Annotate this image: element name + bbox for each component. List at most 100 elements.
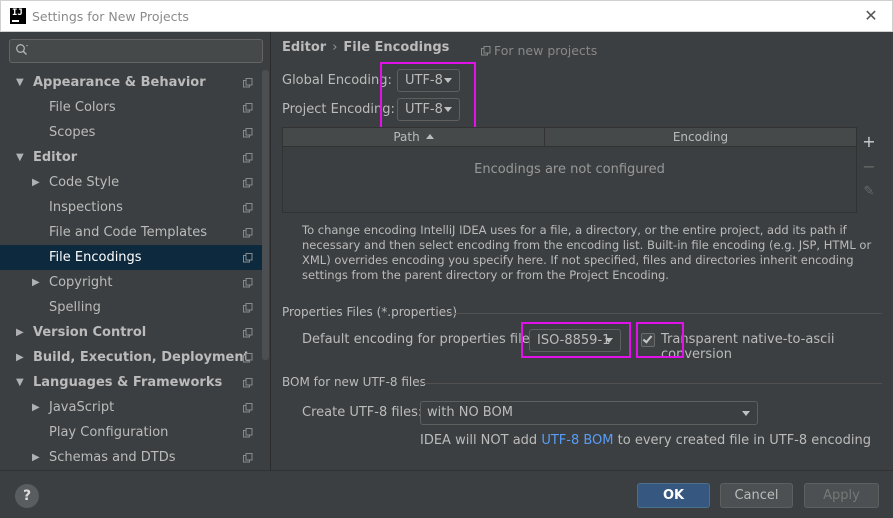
search-icon (16, 44, 28, 56)
sidebar-item-spelling[interactable]: Spelling (0, 295, 262, 320)
expanded-arrow-icon[interactable]: ▼ (16, 145, 26, 170)
default-properties-encoding-label: Default encoding for properties files: (302, 332, 541, 347)
apply-button[interactable]: Apply (804, 483, 879, 508)
sidebar-item-version-control[interactable]: ▶ Version Control (0, 320, 262, 345)
path-encoding-table[interactable]: Path Encoding Encodings are not configur… (282, 127, 857, 213)
sidebar-item-scopes[interactable]: Scopes (0, 120, 262, 145)
collapsed-arrow-icon[interactable]: ▶ (16, 345, 26, 370)
project-scope-icon (243, 303, 253, 313)
project-encoding-label: Project Encoding: (282, 102, 395, 117)
sidebar-item-copyright[interactable]: ▶ Copyright (0, 270, 262, 295)
properties-section-title: Properties Files (*.properties) (282, 305, 458, 319)
bom-dropdown[interactable]: with NO BOM (420, 401, 758, 425)
column-header-encoding[interactable]: Encoding (545, 128, 856, 147)
sidebar-item-label: Appearance & Behavior (33, 75, 206, 90)
collapsed-arrow-icon[interactable]: ▶ (32, 170, 42, 195)
sidebar-item-inspections[interactable]: Inspections (0, 195, 262, 220)
column-header-path[interactable]: Path (283, 128, 545, 147)
sidebar-item-label: Code Style (49, 175, 120, 190)
project-scope-icon (243, 253, 253, 263)
sidebar-item-appearance-behavior[interactable]: ▼ Appearance & Behavior (0, 70, 262, 95)
expanded-arrow-icon[interactable]: ▼ (16, 370, 26, 395)
collapsed-arrow-icon[interactable]: ▶ (32, 395, 42, 420)
breadcrumb: Editor › File Encodings (282, 40, 449, 55)
project-scope-icon (243, 178, 253, 188)
add-icon[interactable]: + (860, 133, 878, 151)
collapsed-arrow-icon[interactable]: ▶ (32, 445, 42, 470)
project-scope-icon (243, 428, 253, 438)
sidebar-item-label: JavaScript (49, 400, 115, 415)
sidebar-item-file-colors[interactable]: File Colors (0, 95, 262, 120)
project-scope-icon (243, 103, 253, 113)
utf8-bom-link[interactable]: UTF-8 BOM (541, 433, 613, 448)
ok-button[interactable]: OK (637, 483, 710, 508)
sidebar-item-file-encodings[interactable]: File Encodings (0, 245, 262, 270)
transparent-conversion-label[interactable]: Transparent native-to-ascii conversion (661, 332, 893, 362)
encoding-help-text: To change encoding IntelliJ IDEA uses fo… (302, 223, 872, 282)
sidebar-item-languages-frameworks[interactable]: ▼ Languages & Frameworks (0, 370, 262, 395)
help-button[interactable]: ? (15, 484, 39, 508)
sort-ascending-icon (425, 134, 434, 139)
bom-note-suffix: to every created file in UTF-8 encoding (613, 433, 871, 448)
settings-tree: ▼ Appearance & Behavior File Colors Scopes ▼… (0, 70, 262, 470)
project-scope-icon (243, 278, 253, 288)
breadcrumb-separator: › (332, 40, 338, 55)
copy-icon (481, 46, 491, 56)
create-utf8-label: Create UTF-8 files: (302, 405, 423, 420)
dialog-button-bar: ? OK Cancel Apply (0, 470, 893, 518)
sidebar-item-label: File and Code Templates (49, 225, 207, 240)
settings-sidebar: ▼ Appearance & Behavior File Colors Scopes ▼… (0, 32, 271, 470)
sidebar-item-label: Languages & Frameworks (33, 375, 223, 390)
intellij-app-icon: IJ (10, 8, 26, 24)
project-scope-icon (243, 403, 253, 413)
column-path-label: Path (393, 130, 420, 144)
project-scope-icon (243, 353, 253, 363)
section-divider (418, 383, 882, 384)
settings-search-box[interactable] (9, 39, 263, 63)
scope-note-text: For new projects (494, 43, 598, 58)
bom-section-title: BOM for new UTF-8 files (282, 375, 426, 389)
title-bar: IJ Settings for New Projects ✕ (0, 0, 893, 32)
collapsed-arrow-icon[interactable]: ▶ (32, 270, 42, 295)
project-scope-icon (243, 78, 253, 88)
sidebar-item-label: Inspections (49, 200, 123, 215)
sidebar-item-build-execution-deployment[interactable]: ▶ Build, Execution, Deployment (0, 345, 262, 370)
close-icon[interactable]: ✕ (860, 5, 882, 27)
sidebar-item-label: Build, Execution, Deployment (33, 350, 250, 365)
window-title: Settings for New Projects (32, 9, 189, 24)
collapsed-arrow-icon[interactable]: ▶ (16, 320, 26, 345)
bom-value: with NO BOM (427, 405, 513, 420)
sidebar-item-label: Scopes (49, 125, 96, 140)
cancel-button[interactable]: Cancel (720, 483, 793, 508)
expanded-arrow-icon[interactable]: ▼ (16, 70, 26, 95)
global-encoding-label: Global Encoding: (282, 73, 392, 88)
table-empty-message: Encodings are not configured (474, 162, 665, 177)
breadcrumb-parent: Editor (282, 40, 327, 55)
table-header: Path Encoding (283, 128, 856, 147)
sidebar-item-schemas-and-dtds[interactable]: ▶ Schemas and DTDs (0, 445, 262, 470)
settings-search-input[interactable] (32, 42, 257, 60)
sidebar-item-file-and-code-templates[interactable]: File and Code Templates (0, 220, 262, 245)
highlight-box (380, 62, 476, 130)
sidebar-item-label: Editor (33, 150, 78, 165)
project-scope-icon (243, 128, 253, 138)
bom-note: IDEA will NOT add UTF-8 BOM to every cre… (420, 433, 871, 448)
sidebar-item-label: Schemas and DTDs (49, 450, 176, 465)
sidebar-item-editor[interactable]: ▼ Editor (0, 145, 262, 170)
sidebar-item-code-style[interactable]: ▶ Code Style (0, 170, 262, 195)
remove-icon[interactable]: − (860, 158, 878, 176)
section-divider (442, 313, 882, 314)
edit-icon[interactable]: ✎ (860, 183, 878, 201)
project-scope-icon (243, 378, 253, 388)
highlight-box (636, 322, 684, 358)
breadcrumb-current: File Encodings (343, 40, 450, 55)
sidebar-item-play-configuration[interactable]: Play Configuration (0, 420, 262, 445)
project-scope-icon (243, 203, 253, 213)
sidebar-item-label: Version Control (33, 325, 147, 340)
sidebar-scrollbar[interactable] (262, 70, 269, 360)
sidebar-item-javascript[interactable]: ▶ JavaScript (0, 395, 262, 420)
chevron-down-icon (742, 411, 750, 416)
sidebar-item-label: File Colors (49, 100, 116, 115)
sidebar-item-label: File Encodings (49, 250, 142, 265)
sidebar-item-label: Spelling (49, 300, 101, 315)
